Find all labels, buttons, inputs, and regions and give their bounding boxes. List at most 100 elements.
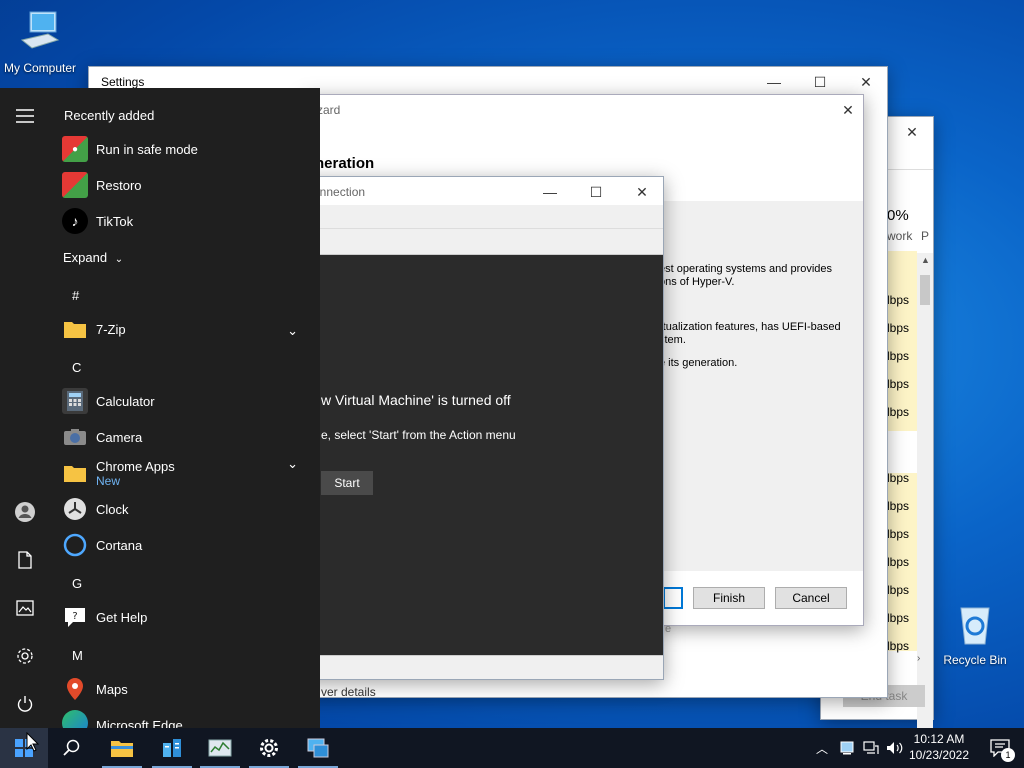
tray-volume[interactable] bbox=[884, 728, 906, 768]
tray-hyper-v[interactable] bbox=[836, 728, 858, 768]
app-microsoft-edge[interactable]: Microsoft Edge bbox=[62, 710, 310, 728]
start-button[interactable] bbox=[0, 728, 48, 768]
taskbar-server-manager[interactable] bbox=[148, 728, 196, 768]
menu-bar[interactable] bbox=[301, 205, 663, 229]
table-cell: lbps bbox=[887, 405, 910, 419]
app-restoro[interactable]: Restoro bbox=[62, 170, 310, 200]
edge-icon bbox=[62, 710, 88, 728]
next-button[interactable] bbox=[663, 587, 683, 609]
vm-hint-text: e, select 'Start' from the Action menu bbox=[321, 428, 516, 442]
vm-tray-icon bbox=[840, 741, 854, 755]
app-label: Microsoft Edge bbox=[96, 718, 183, 728]
notification-count-badge: 1 bbox=[1001, 748, 1015, 762]
scroll-up-icon[interactable]: ▲ bbox=[921, 255, 930, 265]
desktop-icon-label: Recycle Bin bbox=[943, 653, 1007, 667]
toolbar[interactable] bbox=[301, 229, 663, 255]
maximize-icon[interactable]: ☐ bbox=[797, 67, 843, 97]
expand-label: Expand bbox=[63, 250, 108, 265]
app-calculator[interactable]: Calculator bbox=[62, 386, 310, 416]
table-cell: lbps bbox=[887, 499, 910, 513]
taskbar-settings[interactable] bbox=[245, 728, 293, 768]
app-cortana[interactable]: Cortana bbox=[62, 530, 310, 560]
app-label: Run in safe mode bbox=[96, 141, 198, 157]
taskbar-hyper-v-manager[interactable] bbox=[294, 728, 342, 768]
wizard-titlebar[interactable]: zard ✕ bbox=[305, 95, 863, 125]
recycle-bin-icon bbox=[960, 607, 990, 645]
app-camera[interactable]: Camera bbox=[62, 422, 310, 452]
app-7-zip[interactable]: 7-Zip ⌄ bbox=[62, 314, 310, 344]
close-icon[interactable]: ✕ bbox=[843, 67, 889, 97]
app-label: Get Help bbox=[96, 609, 148, 625]
desktop-icon-recycle-bin[interactable]: Recycle Bin bbox=[933, 602, 1017, 667]
finish-button[interactable]: Finish bbox=[693, 587, 765, 609]
network-column-label[interactable]: work bbox=[887, 229, 915, 243]
network-column-pct[interactable]: 0% bbox=[887, 207, 915, 224]
app-run-in-safe-mode[interactable]: ● Run in safe mode bbox=[62, 134, 310, 164]
settings-gear-icon[interactable] bbox=[13, 644, 37, 668]
close-icon[interactable]: ✕ bbox=[619, 177, 665, 207]
scroll-right-icon[interactable]: › bbox=[917, 653, 920, 664]
search-button[interactable] bbox=[48, 728, 96, 768]
section-letter[interactable]: C bbox=[72, 360, 81, 375]
clock-time: 10:12 AM bbox=[913, 732, 965, 746]
app-tiktok[interactable]: ♪ TikTok bbox=[62, 206, 310, 236]
description-line: rtualization features, has UEFI-based bbox=[659, 321, 841, 333]
fewer-details-link[interactable]: ver details bbox=[321, 685, 376, 699]
tiktok-icon: ♪ bbox=[62, 208, 88, 234]
volume-icon bbox=[887, 742, 903, 754]
server-manager-icon bbox=[163, 739, 181, 757]
start-menu[interactable]: Recently added ● Run in safe mode Restor… bbox=[0, 88, 320, 728]
maps-icon bbox=[62, 676, 88, 702]
app-label: Restoro bbox=[96, 177, 142, 193]
cortana-icon bbox=[62, 532, 88, 558]
description-line: ons of Hyper-V. bbox=[659, 276, 735, 288]
vm-connection-window[interactable]: onnection — ☐ ✕ w Virtual Machine' is tu… bbox=[300, 176, 664, 680]
tray-network[interactable] bbox=[860, 728, 882, 768]
taskbar-task-manager[interactable] bbox=[196, 728, 244, 768]
pictures-icon[interactable] bbox=[13, 596, 37, 620]
app-chrome-apps[interactable]: Chrome Apps New ⌄ bbox=[62, 454, 310, 492]
taskbar-file-explorer[interactable] bbox=[98, 728, 146, 768]
minimize-icon[interactable]: — bbox=[527, 177, 573, 207]
camera-icon bbox=[62, 424, 88, 450]
highlight-cells bbox=[887, 251, 917, 431]
minimize-icon[interactable]: — bbox=[751, 67, 797, 97]
section-letter[interactable]: # bbox=[72, 288, 79, 303]
show-hidden-icons-button[interactable]: ︿ bbox=[810, 728, 834, 768]
power-icon[interactable] bbox=[13, 692, 37, 716]
chevron-down-icon: ⌄ bbox=[287, 323, 298, 338]
vm-connection-titlebar[interactable]: onnection — ☐ ✕ bbox=[301, 177, 663, 207]
expand-button[interactable]: Expand ⌄ bbox=[63, 250, 123, 265]
maximize-icon[interactable]: ☐ bbox=[573, 177, 619, 207]
section-letter[interactable]: M bbox=[72, 648, 83, 663]
chevron-up-icon: ︿ bbox=[815, 741, 828, 756]
table-cell: lbps bbox=[887, 377, 910, 391]
app-clock[interactable]: Clock bbox=[62, 494, 310, 524]
user-account-icon[interactable] bbox=[13, 500, 37, 524]
close-icon[interactable]: ✕ bbox=[825, 95, 871, 125]
taskbar-clock[interactable]: 10:12 AM 10/23/2022 bbox=[906, 732, 972, 762]
table-cell: lbps bbox=[887, 527, 910, 541]
folder-icon bbox=[62, 460, 88, 486]
desktop-icon-my-computer[interactable]: My Computer bbox=[0, 10, 82, 75]
power-column-label[interactable]: P bbox=[921, 229, 929, 243]
app-label: Maps bbox=[96, 681, 128, 697]
start-vm-button[interactable]: Start bbox=[321, 471, 373, 495]
app-maps[interactable]: Maps bbox=[62, 674, 310, 704]
app-get-help[interactable]: ? Get Help bbox=[62, 602, 310, 632]
cancel-button[interactable]: Cancel bbox=[775, 587, 847, 609]
footer-text: e bbox=[665, 623, 672, 635]
app-label: 7-Zip bbox=[96, 321, 126, 337]
close-icon[interactable]: ✕ bbox=[889, 117, 935, 147]
documents-icon[interactable] bbox=[13, 548, 37, 572]
table-cell: lbps bbox=[887, 349, 910, 363]
table-cell: lbps bbox=[887, 293, 910, 307]
mouse-cursor bbox=[26, 731, 40, 755]
status-bar bbox=[301, 655, 663, 679]
section-letter[interactable]: G bbox=[72, 576, 82, 591]
vm-screen[interactable]: w Virtual Machine' is turned off e, sele… bbox=[301, 255, 663, 655]
file-explorer-icon bbox=[111, 741, 133, 757]
scroll-thumb[interactable] bbox=[920, 275, 930, 305]
action-center-button[interactable]: 1 bbox=[976, 728, 1024, 768]
hamburger-menu-icon[interactable] bbox=[13, 104, 37, 128]
